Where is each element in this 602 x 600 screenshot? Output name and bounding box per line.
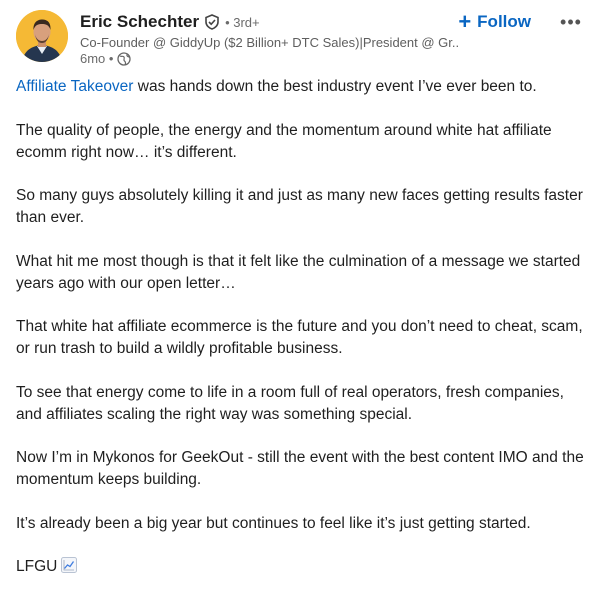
post-time: 6mo • xyxy=(80,51,114,66)
author-name[interactable]: Eric Schechter xyxy=(80,12,199,32)
name-row: Eric Schechter • 3rd+ xyxy=(80,10,476,34)
avatar[interactable] xyxy=(16,10,68,62)
post-paragraph: Now I’m in Mykonos for GeekOut - still t… xyxy=(16,449,584,488)
more-options-button[interactable]: ••• xyxy=(556,10,586,34)
follow-label: Follow xyxy=(477,12,531,31)
hashtag-link[interactable]: Affiliate Takeover xyxy=(16,78,133,95)
post-paragraph: Affiliate Takeover was hands down the be… xyxy=(16,76,586,98)
globe-icon xyxy=(117,51,132,66)
post-paragraph: That white hat affiliate ecommerce is th… xyxy=(16,318,583,357)
post-header: Eric Schechter • 3rd+ Co-Founder @ Giddy… xyxy=(16,10,586,70)
post-paragraph: What hit me most though is that it felt … xyxy=(16,252,581,292)
post-card: Eric Schechter • 3rd+ Co-Founder @ Giddy… xyxy=(0,0,602,580)
post-paragraph-final: LFGU xyxy=(16,556,586,578)
author-headline: Co-Founder @ GiddyUp ($2 Billion+ DTC Sa… xyxy=(80,35,460,50)
follow-button[interactable]: + Follow xyxy=(458,10,531,34)
chart-increasing-icon xyxy=(61,557,78,573)
verified-shield-icon xyxy=(204,14,220,30)
post-paragraph: The quality of people, the energy and th… xyxy=(16,121,552,161)
connection-degree: • 3rd+ xyxy=(225,14,260,30)
paragraph-text: was hands down the best industry event I… xyxy=(133,78,537,95)
post-time-row: 6mo • xyxy=(80,51,476,66)
paragraph-text: LFGU xyxy=(16,558,58,575)
post-paragraph: It’s already been a big year but continu… xyxy=(16,514,531,532)
post-paragraph: So many guys absolutely killing it and j… xyxy=(16,187,583,226)
author-meta: Eric Schechter • 3rd+ Co-Founder @ Giddy… xyxy=(80,10,476,66)
post-paragraph: To see that energy come to life in a roo… xyxy=(16,383,564,423)
plus-icon: + xyxy=(458,9,472,34)
post-body: Affiliate Takeover was hands down the be… xyxy=(16,76,586,600)
